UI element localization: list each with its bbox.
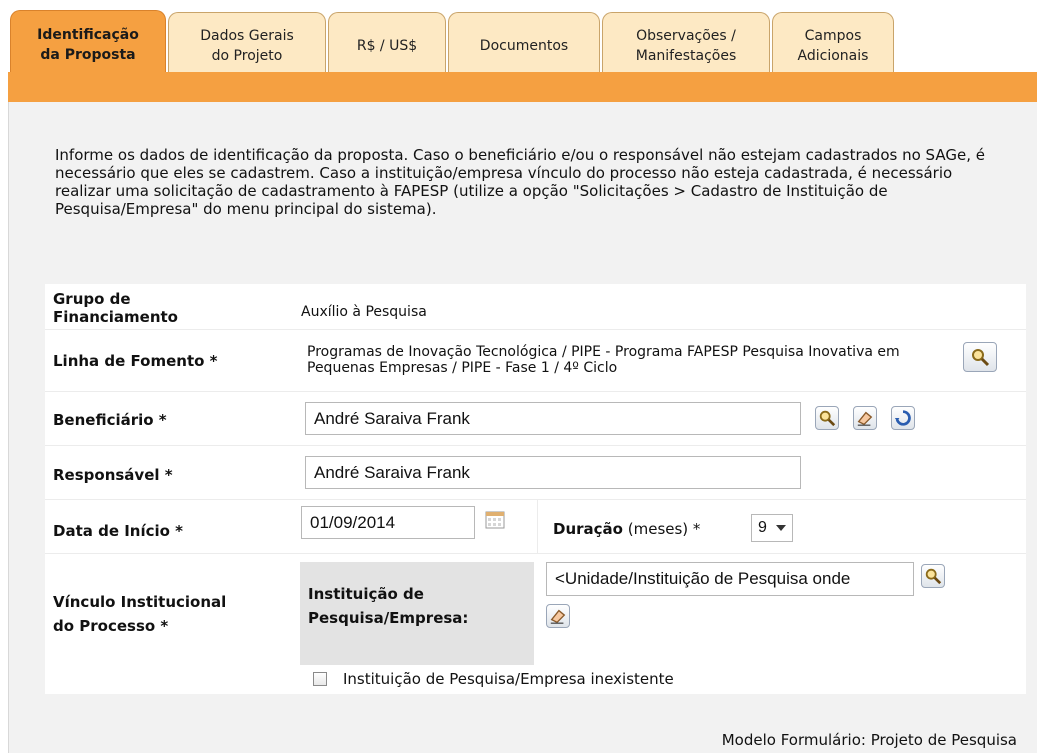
- row-linha-fomento: Linha de Fomento * Programas de Inovação…: [45, 330, 1026, 392]
- eraser-icon: [550, 609, 566, 624]
- clear-beneficiario-button[interactable]: [853, 406, 877, 430]
- eraser-icon: [857, 411, 873, 426]
- refresh-beneficiario-button[interactable]: [891, 406, 915, 430]
- instituicao-inexistente-checkbox[interactable]: [313, 672, 327, 686]
- row-beneficiario: Beneficiário * André Saraiva Frank: [45, 392, 1026, 446]
- search-beneficiario-button[interactable]: [815, 406, 839, 430]
- tab-campos-adicionais[interactable]: Campos Adicionais: [772, 12, 894, 78]
- instituicao-label: Instituição de Pesquisa/Empresa:: [308, 585, 469, 627]
- data-inicio-label: Data de Início *: [53, 522, 184, 540]
- responsavel-input[interactable]: André Saraiva Frank: [305, 456, 801, 489]
- grupo-label: Grupo de Financiamento: [53, 290, 178, 326]
- row-responsavel: Responsável * André Saraiva Frank: [45, 446, 1026, 500]
- duracao-cell-divider: [537, 500, 538, 554]
- intro-text: Informe os dados de identificação da pro…: [55, 146, 985, 218]
- calendar-icon[interactable]: [485, 510, 505, 530]
- instituicao-input[interactable]: <Unidade/Instituição de Pesquisa onde: [546, 562, 914, 596]
- refresh-icon: [894, 410, 911, 426]
- search-button[interactable]: [963, 342, 997, 372]
- magnifier-icon: [819, 410, 836, 427]
- form-panel: Informe os dados de identificação da pro…: [8, 102, 1037, 753]
- responsavel-label: Responsável *: [53, 466, 173, 484]
- grupo-value: Auxílio à Pesquisa: [301, 304, 427, 320]
- tab-underline-bar: [8, 72, 1037, 102]
- row-data-inicio: Data de Início * 01/09/2014 Duração (mes…: [45, 500, 1026, 554]
- tab-rs-uss[interactable]: R$ / US$: [328, 12, 446, 78]
- tab-observacoes[interactable]: Observações / Manifestações: [602, 12, 770, 78]
- modelo-formulario-text: Modelo Formulário: Projeto de Pesquisa: [721, 731, 1017, 749]
- duracao-label: Duração (meses) *: [553, 520, 701, 538]
- vinculo-label: Vínculo Institucional do Processo *: [53, 593, 227, 635]
- linha-label: Linha de Fomento *: [53, 352, 218, 370]
- clear-instituicao-button[interactable]: [546, 604, 570, 628]
- instituicao-label-box: Instituição de Pesquisa/Empresa:: [300, 562, 534, 665]
- magnifier-icon: [925, 568, 942, 585]
- beneficiario-label: Beneficiário *: [53, 411, 167, 429]
- magnifier-icon: [972, 349, 990, 367]
- row-vinculo: Vínculo Institucional do Processo * Inst…: [45, 554, 1026, 692]
- data-inicio-input[interactable]: 01/09/2014: [301, 506, 475, 539]
- beneficiario-input[interactable]: André Saraiva Frank: [305, 402, 801, 435]
- instituicao-inexistente-label: Instituição de Pesquisa/Empresa inexiste…: [343, 670, 674, 688]
- tab-documentos[interactable]: Documentos: [448, 12, 600, 78]
- identification-form: Grupo de Financiamento Auxílio à Pesquis…: [45, 284, 1026, 694]
- row-grupo-financiamento: Grupo de Financiamento Auxílio à Pesquis…: [45, 284, 1026, 330]
- tab-dados-gerais[interactable]: Dados Gerais do Projeto: [168, 12, 326, 78]
- duracao-select[interactable]: 9: [751, 514, 793, 542]
- tab-identificacao-proposta[interactable]: Identificação da Proposta: [10, 10, 166, 78]
- linha-value: Programas de Inovação Tecnológica / PIPE…: [307, 344, 900, 376]
- tab-bar: Identificação da Proposta Dados Gerais d…: [8, 6, 1037, 78]
- search-instituicao-button[interactable]: [921, 564, 945, 588]
- chevron-down-icon: [776, 525, 786, 531]
